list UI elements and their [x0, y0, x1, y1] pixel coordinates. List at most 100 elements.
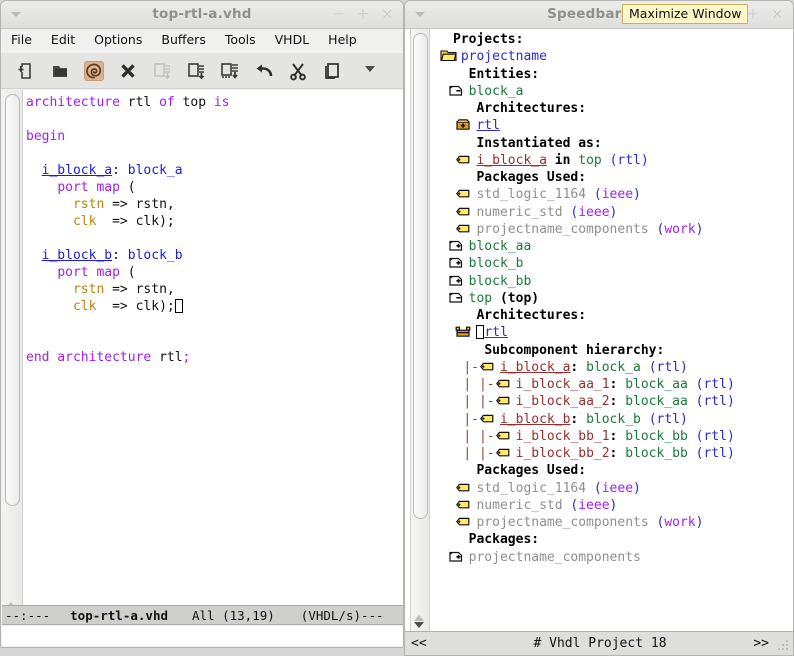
- tree-row[interactable]: Subcomponent hierarchy:: [432, 342, 781, 359]
- tree-row[interactable]: rtl: [432, 117, 781, 134]
- tree-row[interactable]: projectname_components (work): [432, 221, 781, 238]
- folder-open-icon[interactable]: [440, 49, 458, 62]
- tag-icon[interactable]: [479, 412, 497, 425]
- tag-icon[interactable]: [455, 222, 473, 235]
- menu-buffers[interactable]: Buffers: [159, 32, 207, 53]
- tree-row[interactable]: Entities:: [432, 66, 781, 83]
- tree-row[interactable]: Packages:: [432, 531, 781, 548]
- code-token: begin: [26, 129, 66, 144]
- tree-row[interactable]: |- i_block_b: block_b (rtl): [432, 411, 781, 428]
- speedbar-next-button[interactable]: >>: [753, 632, 769, 655]
- copy-icon[interactable]: [321, 60, 343, 82]
- tree-row[interactable]: projectname_components: [432, 549, 781, 566]
- editor-vertical-scrollbar[interactable]: [2, 90, 23, 618]
- tag-icon[interactable]: [495, 377, 513, 390]
- menu-options[interactable]: Options: [92, 32, 144, 53]
- speedbar-scroll-down-arrow-icon[interactable]: [414, 622, 424, 628]
- tree-row[interactable]: projectname: [432, 48, 781, 65]
- tree-row[interactable]: Architectures:: [432, 307, 781, 324]
- tree-row[interactable]: Packages Used:: [432, 169, 781, 186]
- tag-icon[interactable]: [455, 481, 473, 494]
- tree-row[interactable]: Packages Used:: [432, 462, 781, 479]
- maximize-button[interactable]: +: [356, 3, 369, 25]
- tag-icon[interactable]: [455, 187, 473, 200]
- box-plus-icon[interactable]: [455, 118, 473, 131]
- tree-row[interactable]: | |- i_block_aa_1: block_aa (rtl): [432, 376, 781, 393]
- page-minus-icon[interactable]: [448, 84, 466, 97]
- tag-icon[interactable]: [495, 429, 513, 442]
- tree-row[interactable]: Projects:: [432, 31, 781, 48]
- code-token: i_block_b: [41, 248, 113, 263]
- cut-icon[interactable]: [287, 60, 309, 82]
- code-token: ;: [182, 350, 191, 365]
- speedbar-vertical-scrollbar[interactable]: [410, 29, 430, 633]
- minimize-button[interactable]: −: [332, 3, 345, 25]
- editor-scrollbar-thumb[interactable]: [5, 94, 20, 506]
- close-icon[interactable]: [117, 60, 139, 82]
- code-token: => clk);: [96, 214, 175, 229]
- toolbar-overflow-caret-icon[interactable]: [365, 66, 375, 72]
- tree-label: projectname: [460, 49, 547, 65]
- box-open-icon[interactable]: [455, 325, 473, 338]
- undo-icon[interactable]: [253, 60, 275, 82]
- tree-row[interactable]: projectname_components (work): [432, 514, 781, 531]
- tree-row[interactable]: | |- i_block_bb_2: block_bb (rtl): [432, 445, 781, 462]
- tree-row[interactable]: top (top): [432, 290, 781, 307]
- speedbar-scrollbar-arrows[interactable]: [414, 614, 427, 629]
- tag-icon[interactable]: [495, 446, 513, 459]
- save-buffer-mark-icon[interactable]: [219, 60, 241, 82]
- tree-label: [688, 377, 696, 392]
- tree-row[interactable]: Architectures:: [432, 100, 781, 117]
- tree-row[interactable]: rtl: [432, 324, 781, 341]
- tree-row[interactable]: block_a: [432, 83, 781, 100]
- tag-icon[interactable]: [455, 515, 473, 528]
- speedbar-close-button[interactable]: ×: [771, 3, 784, 25]
- save-some-buffers-icon[interactable]: [185, 60, 207, 82]
- close-button[interactable]: ×: [381, 3, 394, 25]
- tree-icon-spacer: [455, 308, 473, 321]
- tree-icon-spacer: [448, 532, 466, 545]
- save-icon[interactable]: [83, 60, 105, 82]
- tree-guide: |-: [463, 411, 479, 427]
- tree-row[interactable]: Instantiated as:: [432, 135, 781, 152]
- tree-row[interactable]: block_b: [432, 255, 781, 272]
- tag-icon[interactable]: [455, 205, 473, 218]
- tag-icon[interactable]: [455, 498, 473, 511]
- tree-row[interactable]: std_logic_1164 (ieee): [432, 186, 781, 203]
- new-file-icon[interactable]: [15, 60, 37, 82]
- open-folder-icon[interactable]: [49, 60, 71, 82]
- source-code[interactable]: architecture rtl of top is begin i_block…: [26, 94, 402, 618]
- tree-row[interactable]: numeric_std (ieee): [432, 204, 781, 221]
- tag-icon[interactable]: [495, 394, 513, 407]
- page-minus-icon[interactable]: [448, 291, 466, 304]
- editor-modeline: --:--- top-rtl-a.vhd All (13,19) (VHDL/s)--…: [2, 605, 403, 625]
- tree-row[interactable]: block_aa: [432, 238, 781, 255]
- tree-row[interactable]: | |- i_block_bb_1: block_bb (rtl): [432, 428, 781, 445]
- page-plus-icon[interactable]: [448, 550, 466, 563]
- tree-row[interactable]: std_logic_1164 (ieee): [432, 480, 781, 497]
- menu-edit[interactable]: Edit: [49, 32, 77, 53]
- tree-row[interactable]: |- i_block_a: block_a (rtl): [432, 359, 781, 376]
- tree-label: work: [664, 515, 696, 530]
- page-plus-icon[interactable]: [448, 256, 466, 269]
- speedbar-scrollbar-thumb[interactable]: [413, 33, 428, 519]
- speedbar-scroll-up-arrow-icon[interactable]: [414, 615, 424, 621]
- tree-row[interactable]: block_bb: [432, 273, 781, 290]
- menu-vhdl[interactable]: VHDL: [273, 32, 312, 53]
- speedbar-maximize-button[interactable]: +: [746, 3, 759, 25]
- tag-icon[interactable]: [455, 153, 473, 166]
- tag-icon[interactable]: [479, 360, 497, 373]
- page-plus-icon[interactable]: [448, 274, 466, 287]
- resize-grip[interactable]: [776, 638, 790, 652]
- tree-row[interactable]: i_block_a in top (rtl): [432, 152, 781, 169]
- tree-row[interactable]: | |- i_block_aa_2: block_aa (rtl): [432, 393, 781, 410]
- project-tree[interactable]: Projects: projectname Entities: block_a …: [432, 31, 781, 633]
- page-plus-icon[interactable]: [448, 239, 466, 252]
- menu-tools[interactable]: Tools: [223, 32, 258, 53]
- menu-file[interactable]: File: [9, 32, 34, 53]
- tree-row[interactable]: numeric_std (ieee): [432, 497, 781, 514]
- menu-help[interactable]: Help: [326, 32, 359, 53]
- left-titlebar[interactable]: top-rtl-a.vhd − + ×: [1, 1, 403, 29]
